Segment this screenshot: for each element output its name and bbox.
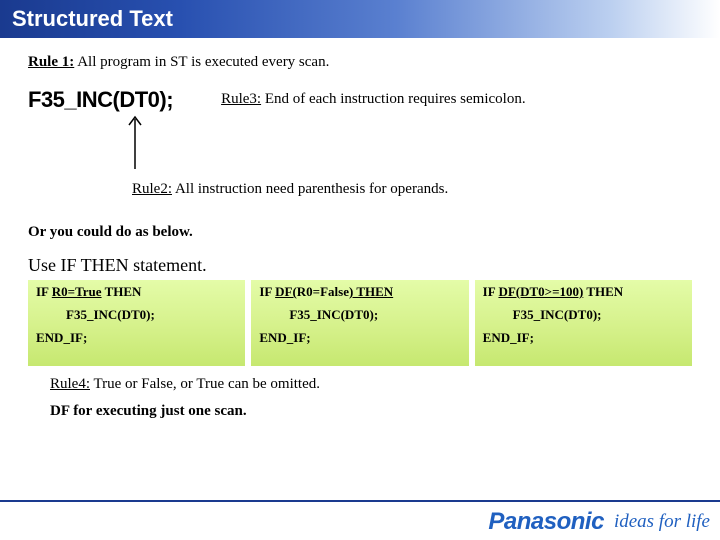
rule3-label: Rule3:	[221, 91, 261, 107]
code-box-1: IF R0=True THEN F35_INC(DT0); END_IF;	[28, 280, 245, 366]
box3-line3: END_IF;	[483, 331, 686, 344]
box1-line2: F35_INC(DT0);	[66, 308, 239, 321]
slide-title-bar: Structured Text	[0, 0, 720, 38]
box3-line2: F35_INC(DT0);	[513, 308, 686, 321]
instruction-row: F35_INC(DT0); Rule3: End of each instruc…	[28, 87, 692, 177]
slide-title: Structured Text	[12, 6, 173, 31]
footer-divider	[0, 500, 720, 502]
rule1-text: All program in ST is executed every scan…	[77, 54, 329, 70]
rule3: Rule3: End of each instruction requires …	[221, 91, 526, 108]
brand-logo: Panasonic	[488, 508, 604, 536]
box2-line3: END_IF;	[259, 331, 462, 344]
rule1: Rule 1: All program in ST is executed ev…	[28, 54, 692, 71]
slide-content: Rule 1: All program in ST is executed ev…	[0, 38, 720, 420]
footer-logo: Panasonic ideas for life	[488, 508, 710, 536]
rule1-label: Rule 1:	[28, 54, 74, 70]
box1-line1: IF R0=True THEN	[36, 285, 239, 298]
box2-line2: F35_INC(DT0);	[289, 308, 462, 321]
rule2-label: Rule2:	[132, 181, 172, 197]
use-if-heading: Use IF THEN statement.	[28, 255, 692, 276]
code-box-2: IF DF(R0=False) THEN F35_INC(DT0); END_I…	[251, 280, 468, 366]
instruction-code-text: F35_INC(DT0);	[28, 87, 173, 112]
rule3-text: End of each instruction requires semicol…	[265, 91, 526, 107]
rule4-text: True or False, or True can be omitted.	[93, 376, 320, 392]
rule4-label: Rule4:	[50, 376, 90, 392]
rule2-text: All instruction need parenthesis for ope…	[175, 181, 448, 197]
code-box-3: IF DF(DT0>=100) THEN F35_INC(DT0); END_I…	[475, 280, 692, 366]
df-note: DF for executing just one scan.	[50, 403, 692, 420]
box1-line3: END_IF;	[36, 331, 239, 344]
arrow-up-icon	[126, 113, 144, 171]
instruction-code: F35_INC(DT0);	[28, 87, 173, 177]
brand-tagline: ideas for life	[614, 511, 710, 533]
rule2: Rule2: All instruction need parenthesis …	[132, 181, 692, 198]
or-line: Or you could do as below.	[28, 224, 692, 241]
rule4: Rule4: True or False, or True can be omi…	[50, 376, 692, 393]
code-boxes: IF R0=True THEN F35_INC(DT0); END_IF; IF…	[28, 280, 692, 366]
box2-line1: IF DF(R0=False) THEN	[259, 285, 462, 298]
box3-line1: IF DF(DT0>=100) THEN	[483, 285, 686, 298]
